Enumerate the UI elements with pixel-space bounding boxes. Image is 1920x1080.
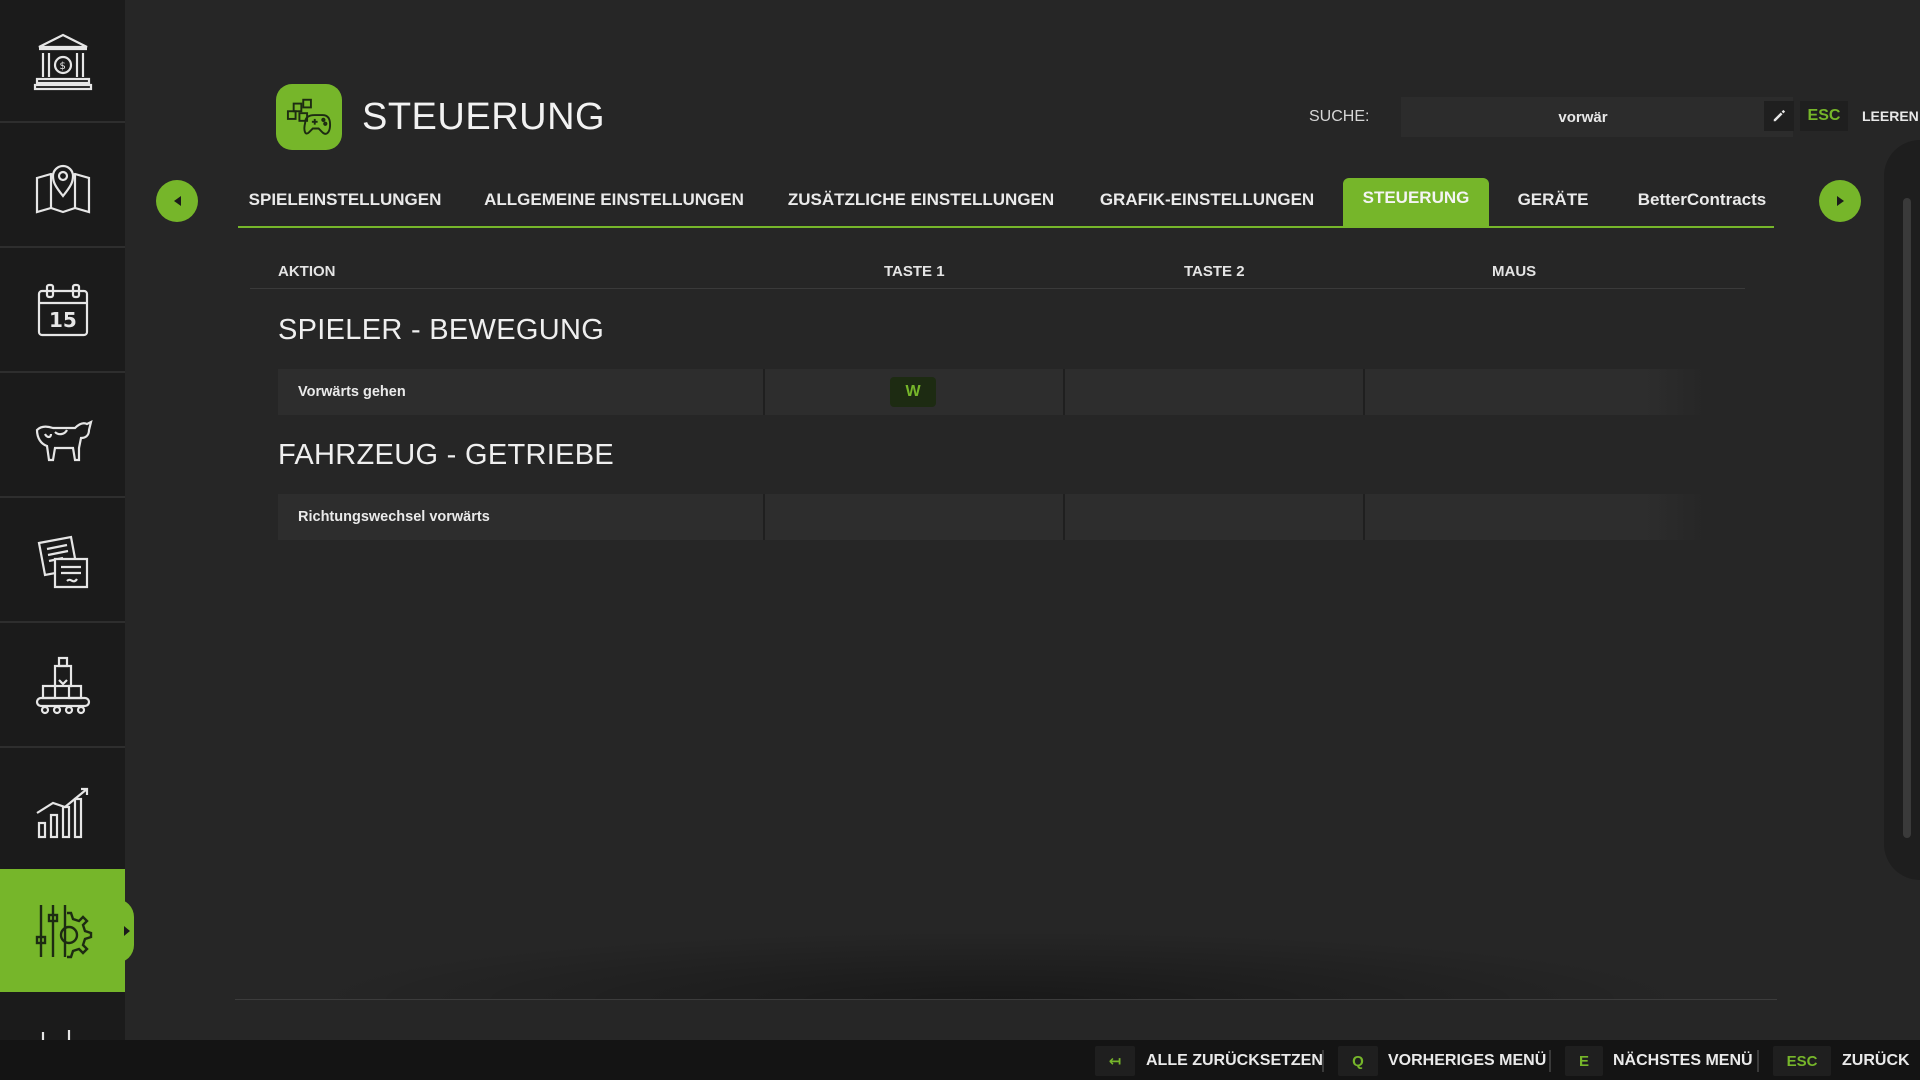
bank-icon: $	[33, 33, 92, 90]
cell-divider	[1063, 494, 1065, 540]
row-fade	[1646, 369, 1706, 415]
tab-bettercontracts[interactable]: BetterContracts	[1636, 178, 1768, 226]
reset-all-button[interactable]: ALLE ZURÜCKSETZEN	[1146, 1052, 1323, 1070]
cell-divider	[763, 369, 765, 415]
more-icon	[41, 1030, 70, 1040]
next-tab-button[interactable]	[1819, 180, 1861, 222]
tab-zusaetzliche-einstellungen[interactable]: ZUSÄTZLICHE EINSTELLUNGEN	[788, 178, 1054, 226]
animals-icon	[35, 419, 93, 461]
scrollbar[interactable]	[1903, 198, 1911, 838]
previous-menu-key[interactable]: Q	[1338, 1046, 1378, 1076]
column-header-key2: TASTE 2	[1184, 263, 1245, 280]
key1-binding[interactable]: W	[890, 377, 936, 407]
sidebar-item-more[interactable]	[0, 994, 125, 1044]
statistics-icon	[35, 787, 88, 838]
tab-steuerung[interactable]: STEUERUNG	[1343, 178, 1489, 226]
bottom-divider	[235, 999, 1777, 1000]
sidebar-item-finances[interactable]: $	[0, 0, 125, 123]
sidebar-item-contracts[interactable]	[0, 500, 125, 623]
table-row[interactable]: Richtungswechsel vorwärts	[278, 494, 1706, 540]
column-header-mouse: MAUS	[1492, 263, 1537, 280]
search-label: SUCHE:	[1309, 108, 1370, 125]
table-row[interactable]: Vorwärts gehen W	[278, 369, 1706, 415]
reset-all-key[interactable]: ↤	[1095, 1046, 1135, 1076]
tabs-underline	[238, 226, 1774, 228]
cell-divider	[1063, 369, 1065, 415]
clear-search-button[interactable]: LEEREN	[1862, 108, 1919, 124]
bottom-shadow	[300, 930, 1700, 1000]
row-fade	[1646, 494, 1706, 540]
calendar-icon: 15	[37, 283, 88, 336]
section-title: SPIELER - BEWEGUNG	[278, 314, 605, 346]
previous-menu-button[interactable]: VORHERIGES MENÜ	[1388, 1052, 1546, 1070]
tab-spieleinstellungen[interactable]: SPIELEINSTELLUNGEN	[249, 178, 442, 226]
sidebar-item-calendar[interactable]: 15	[0, 250, 125, 373]
page-title: STEUERUNG	[362, 96, 606, 138]
cell-divider	[763, 494, 765, 540]
search-value: vorwär	[1558, 108, 1608, 126]
search-input[interactable]: vorwär	[1401, 97, 1793, 137]
header-divider	[250, 288, 1745, 289]
next-menu-key[interactable]: E	[1565, 1046, 1603, 1076]
previous-tab-button[interactable]	[156, 180, 198, 222]
action-label: Richtungswechsel vorwärts	[298, 509, 490, 525]
tab-allgemeine-einstellungen[interactable]: ALLGEMEINE EINSTELLUNGEN	[484, 178, 744, 226]
sidebar-item-statistics[interactable]	[0, 750, 125, 873]
svg-text:$: $	[59, 61, 65, 72]
edit-search-button[interactable]	[1764, 101, 1794, 131]
map-icon	[35, 164, 90, 213]
sidebar-item-production[interactable]	[0, 625, 125, 748]
gamepad-icon	[276, 84, 342, 150]
arrow-left-icon	[173, 196, 181, 206]
production-icon	[35, 656, 90, 714]
back-button[interactable]: ZURÜCK	[1842, 1052, 1910, 1070]
pencil-icon	[1773, 109, 1786, 122]
settings-icon	[35, 904, 92, 958]
scroll-frame	[1884, 140, 1920, 880]
sidebar-item-animals[interactable]	[0, 375, 125, 498]
next-menu-button[interactable]: NÄCHSTES MENÜ	[1613, 1052, 1753, 1070]
action-label: Vorwärts gehen	[298, 384, 406, 400]
active-indicator	[124, 925, 130, 936]
esc-clear-key[interactable]: ESC	[1800, 101, 1848, 131]
tab-geraete[interactable]: GERÄTE	[1515, 178, 1591, 226]
sidebar: $ 15	[0, 0, 134, 1040]
footer-divider	[1322, 1050, 1324, 1072]
arrow-right-icon	[1836, 196, 1844, 206]
contracts-icon	[37, 535, 88, 588]
column-header-key1: TASTE 1	[884, 263, 945, 280]
tab-grafik-einstellungen[interactable]: GRAFIK-EINSTELLUNGEN	[1100, 178, 1314, 226]
footer-divider	[1549, 1050, 1551, 1072]
calendar-day-text: 15	[49, 308, 77, 332]
sidebar-item-settings[interactable]	[0, 869, 134, 992]
footer-divider	[1757, 1050, 1759, 1072]
back-key[interactable]: ESC	[1773, 1046, 1831, 1076]
sidebar-item-map[interactable]	[0, 125, 125, 248]
cell-divider	[1363, 369, 1365, 415]
column-header-action: AKTION	[278, 263, 336, 280]
cell-divider	[1363, 494, 1365, 540]
section-title: FAHRZEUG - GETRIEBE	[278, 439, 615, 471]
